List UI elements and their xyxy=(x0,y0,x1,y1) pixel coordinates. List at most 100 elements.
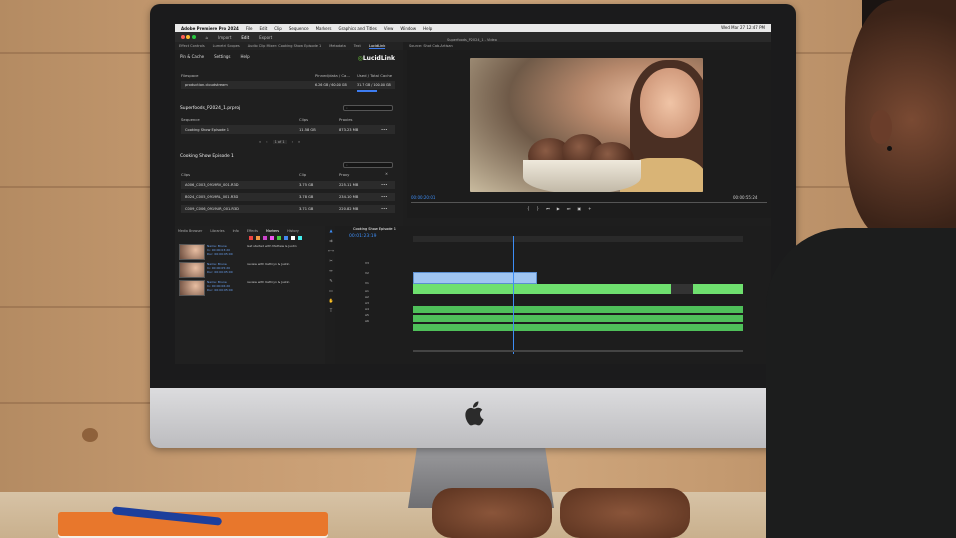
mark-out-icon[interactable]: } xyxy=(537,206,540,211)
more-icon[interactable]: ••• xyxy=(381,183,387,187)
tab-markers[interactable]: Markers xyxy=(266,229,279,233)
color-swatch[interactable] xyxy=(291,236,295,240)
help-button[interactable]: Help xyxy=(240,54,249,59)
color-swatch[interactable] xyxy=(249,236,253,240)
marker-item[interactable]: Name: Brune In: 00:00:05:20 Dur: 00:00:0… xyxy=(175,262,325,278)
tab-effect-controls[interactable]: Effect Controls xyxy=(179,44,205,48)
track-label-a6[interactable]: A6 xyxy=(365,318,369,324)
clear-icon[interactable]: ✕ xyxy=(385,172,388,176)
color-swatch[interactable] xyxy=(263,236,267,240)
sequence-row[interactable]: Cooking Show Episode 1 11.58 GB 873.23 M… xyxy=(181,125,395,134)
clip-size: 3.75 GB xyxy=(299,183,314,187)
selection-tool-icon[interactable]: ▲ xyxy=(329,228,332,233)
cache-progress-bar xyxy=(357,90,377,92)
clip-row[interactable]: C009_C006_0919UR_001.R3D 3.71 GB 220.82 … xyxy=(181,205,395,213)
tab-history[interactable]: History xyxy=(287,229,299,233)
tab-audio-clip-mixer[interactable]: Audio Clip Mixer: Cooking Show Episode 1 xyxy=(248,44,321,48)
menu-sequence[interactable]: Sequence xyxy=(289,26,309,31)
color-swatch[interactable] xyxy=(256,236,260,240)
scrubber-bar[interactable] xyxy=(411,202,767,203)
close-window-icon[interactable] xyxy=(181,34,185,39)
tab-effects[interactable]: Effects xyxy=(247,229,258,233)
source-monitor-tab[interactable]: Source: Shot Cab-Artisan xyxy=(409,44,453,48)
camera-icon[interactable]: ▣ xyxy=(577,206,581,211)
menu-edit[interactable]: Edit xyxy=(260,26,268,31)
minimize-window-icon[interactable] xyxy=(186,34,191,39)
menu-window[interactable]: Window xyxy=(400,26,416,31)
color-swatch[interactable] xyxy=(284,236,288,240)
pin-cache-button[interactable]: Pin & Cache xyxy=(180,54,204,59)
timeline-sequence-tab[interactable]: Cooking Show Episode 1 xyxy=(353,227,396,231)
color-swatch[interactable] xyxy=(277,236,281,240)
tab-export[interactable]: Export xyxy=(259,35,272,40)
menu-clip[interactable]: Clip xyxy=(274,26,282,31)
mark-in-icon[interactable]: { xyxy=(527,206,530,211)
video-clip-v2[interactable] xyxy=(413,272,537,284)
menu-help[interactable]: Help xyxy=(423,26,432,31)
tab-info[interactable]: Info xyxy=(233,229,239,233)
marker-item[interactable]: Name: Brune In: 00:00:03:20 Dur: 00:00:0… xyxy=(175,244,325,260)
track-label-v3[interactable]: V3 xyxy=(365,258,369,268)
audio-clip-a3[interactable] xyxy=(413,324,743,331)
color-swatch[interactable] xyxy=(270,236,274,240)
next-page-icon[interactable]: › xyxy=(292,140,293,144)
track-label-v2[interactable]: V2 xyxy=(365,268,369,278)
settings-button[interactable]: Settings xyxy=(214,54,230,59)
tab-lumetri-scopes[interactable]: Lumetri Scopes xyxy=(213,44,240,48)
tab-lucidlink[interactable]: LucidLink xyxy=(368,44,386,49)
slip-tool-icon[interactable]: ↔ xyxy=(329,268,332,273)
step-back-icon[interactable]: ⏮ xyxy=(546,206,550,211)
timeline-scrollbar[interactable] xyxy=(413,350,743,352)
ripple-edit-icon[interactable]: ⟷ xyxy=(328,248,334,253)
pen-tool-icon[interactable]: ✎ xyxy=(329,278,332,283)
tab-edit[interactable]: Edit xyxy=(241,35,249,40)
menu-graphics[interactable]: Graphics and Titles xyxy=(338,26,376,31)
track-select-icon[interactable]: ⇉ xyxy=(329,238,332,243)
clip-row[interactable]: A006_C003_0919RV_001.R3D 3.75 GB 225.11 … xyxy=(181,181,395,189)
home-icon[interactable]: ⌂ xyxy=(206,35,209,40)
add-button-icon[interactable]: + xyxy=(588,206,591,211)
menubar-app-name[interactable]: Adobe Premiere Pro 2024 xyxy=(181,26,239,31)
timeline-timecode[interactable]: 00:01:23:19 xyxy=(349,234,376,239)
more-icon[interactable]: ••• xyxy=(381,195,387,199)
rectangle-tool-icon[interactable]: ▭ xyxy=(329,288,333,293)
clips-section-title: Cooking Show Episode 1 xyxy=(180,154,234,159)
more-icon[interactable]: ••• xyxy=(381,207,387,211)
timeline-playhead[interactable] xyxy=(513,236,514,354)
razor-tool-icon[interactable]: ✂ xyxy=(329,258,332,263)
program-timecode[interactable]: 00:00:20:01 xyxy=(411,195,435,200)
project-title: Superfoods_P2024_1.prproj xyxy=(180,106,241,111)
audio-clip-a1[interactable] xyxy=(413,306,743,313)
step-forward-icon[interactable]: ⏭ xyxy=(567,206,571,211)
track-label-v1[interactable]: V1 xyxy=(365,278,369,288)
clips-search-input[interactable]: ⌕ xyxy=(343,162,393,168)
more-icon[interactable]: ••• xyxy=(381,128,387,132)
marker-item[interactable]: Name: Brune In: 00:00:06:20 Dur: 00:00:0… xyxy=(175,280,325,296)
color-swatch[interactable] xyxy=(298,236,302,240)
video-frame[interactable] xyxy=(470,58,703,192)
timeline-ruler[interactable] xyxy=(413,236,743,242)
zoom-window-icon[interactable] xyxy=(191,34,196,39)
audio-clip-a2[interactable] xyxy=(413,315,743,322)
tab-libraries[interactable]: Libraries xyxy=(210,229,224,233)
menu-file[interactable]: File xyxy=(246,26,253,31)
program-monitor-tab[interactable]: Superfoods_P2024_1 - Video xyxy=(447,38,497,42)
last-page-icon[interactable]: » xyxy=(298,140,300,144)
video-clip-v1[interactable] xyxy=(413,284,743,294)
menu-markers[interactable]: Markers xyxy=(316,26,332,31)
tab-media-browser[interactable]: Media Browser xyxy=(178,229,202,233)
hand-tool-icon[interactable]: ✋ xyxy=(329,298,334,303)
play-icon[interactable]: ▶ xyxy=(557,206,560,211)
type-tool-icon[interactable]: T xyxy=(330,308,332,313)
tab-import[interactable]: Import xyxy=(218,35,231,40)
filespace-row[interactable]: production.cloudstream 6.26 GB / 60.00 G… xyxy=(181,81,395,89)
tab-text[interactable]: Text xyxy=(354,44,361,48)
project-search-input[interactable]: ⌕ xyxy=(343,105,393,111)
tab-metadata[interactable]: Metadata xyxy=(329,44,346,48)
first-page-icon[interactable]: « xyxy=(259,140,261,144)
clip-row[interactable]: B024_C005_0919RL_001.R3D 3.78 GB 234.10 … xyxy=(181,193,395,201)
marker-duration: Dur: 00:00:05:00 xyxy=(207,252,233,256)
prev-page-icon[interactable]: ‹ xyxy=(266,140,267,144)
video-clip-v1-dark[interactable] xyxy=(671,284,693,294)
menu-view[interactable]: View xyxy=(384,26,394,31)
